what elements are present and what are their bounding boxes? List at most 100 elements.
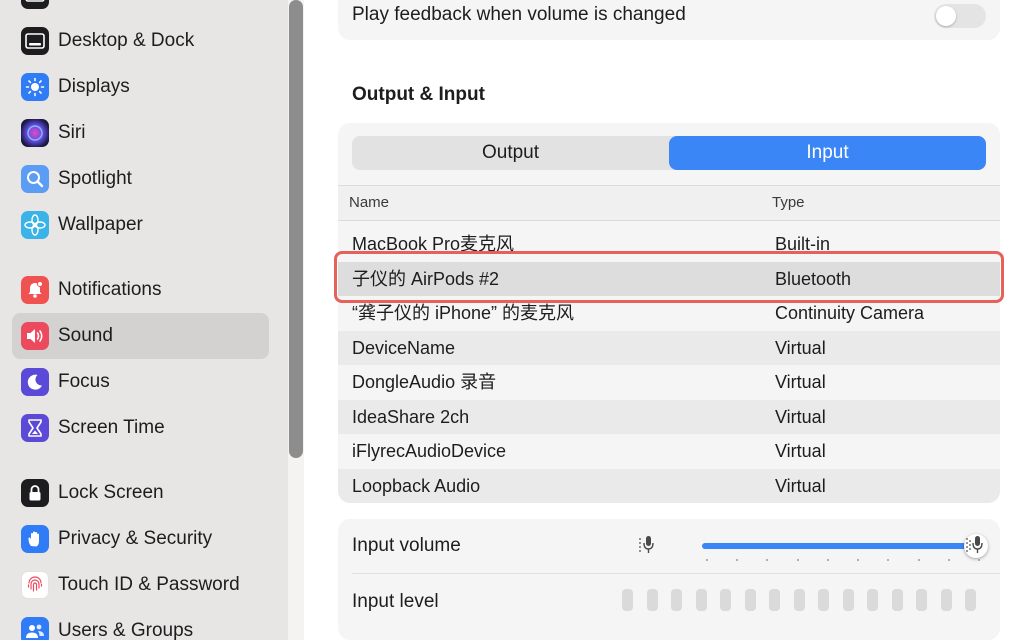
column-header-type[interactable]: Type (772, 186, 805, 220)
focus-icon (21, 368, 49, 396)
sidebar-item-touch-id[interactable]: Touch ID & Password (12, 562, 269, 608)
device-name: Loopback Audio (352, 475, 481, 496)
level-segment (793, 589, 805, 611)
level-segment (818, 589, 829, 611)
device-table-header: Name Type (338, 185, 1000, 221)
play-feedback-label: Play feedback when volume is changed (352, 4, 686, 25)
divider (352, 573, 1000, 574)
sidebar-item-label: Lock Screen (58, 482, 164, 503)
table-row[interactable]: DeviceName Virtual (338, 330, 1000, 365)
slider-tick (887, 559, 890, 561)
sidebar-item-label: Spotlight (58, 168, 132, 189)
sidebar-item-desktop-dock[interactable]: Desktop & Dock (12, 18, 269, 64)
slider-tick (736, 559, 739, 561)
sidebar-item-menu-bar[interactable]: Menu Bar (12, 0, 269, 18)
level-segment (867, 589, 878, 611)
level-segment (769, 589, 780, 611)
sidebar-item-label: Sound (58, 325, 113, 346)
sidebar-item-siri[interactable]: Siri (12, 110, 269, 156)
desktop-dock-icon (21, 27, 49, 55)
slider-tick (857, 559, 860, 561)
sidebar-item-label: Menu Bar (58, 0, 140, 18)
users-icon (21, 617, 49, 640)
slider-tick (766, 559, 769, 561)
sidebar-item-label: Notifications (58, 279, 162, 300)
wallpaper-icon (21, 211, 49, 239)
slider-tick (796, 559, 799, 561)
mic-low-icon (638, 533, 658, 562)
slider-tick (917, 559, 920, 561)
section-title-output-input: Output & Input (352, 84, 485, 105)
level-segment (646, 589, 658, 611)
sidebar-item-displays[interactable]: Displays (12, 64, 269, 110)
tab-input[interactable]: Input (669, 136, 986, 170)
sidebar-item-screen-time[interactable]: Screen Time (12, 405, 269, 451)
slider-tick (947, 559, 950, 561)
sidebar-item-label: Users & Groups (58, 620, 194, 640)
fingerprint-icon (21, 571, 49, 599)
device-type: Virtual (775, 475, 826, 496)
table-row[interactable]: Loopback Audio Virtual (338, 468, 1000, 503)
level-segment (842, 589, 854, 611)
play-feedback-toggle[interactable] (934, 4, 986, 28)
sidebar-item-label: Desktop & Dock (58, 30, 195, 51)
sidebar-item-label: Touch ID & Password (58, 574, 240, 595)
table-row[interactable]: DongleAudio 录音 Virtual (338, 365, 1000, 400)
device-name: DeviceName (352, 337, 456, 358)
device-name: DongleAudio 录音 (352, 372, 497, 392)
sidebar-item-privacy-security[interactable]: Privacy & Security (12, 516, 269, 562)
displays-icon (21, 73, 49, 101)
sidebar-item-users-groups[interactable]: Users & Groups (12, 608, 269, 640)
input-volume-slider[interactable] (702, 534, 989, 558)
toggle-knob (936, 6, 956, 26)
sidebar-item-label: Screen Time (58, 417, 165, 438)
selection-highlight-annotation (334, 251, 1004, 303)
level-segment (671, 589, 682, 611)
mic-high-icon (964, 533, 990, 562)
sidebar-item-label: Displays (58, 76, 130, 97)
output-input-card: Output Input Name Type MacBook Pro麦克风 Bu… (338, 123, 1000, 503)
device-type: Virtual (775, 337, 826, 358)
sound-icon (21, 322, 49, 350)
sidebar-item-label: Siri (58, 122, 86, 143)
sound-settings-pane: Play feedback when volume is changed Out… (304, 0, 1024, 640)
slider-tick (706, 559, 708, 561)
column-header-name[interactable]: Name (349, 186, 389, 220)
output-input-segmented-control: Output Input (352, 136, 986, 170)
input-volume-label: Input volume (352, 535, 461, 556)
lock-screen-icon (21, 479, 49, 507)
sidebar-item-focus[interactable]: Focus (12, 359, 269, 405)
level-segment (622, 589, 633, 611)
device-type: Virtual (775, 372, 826, 392)
privacy-hand-icon (21, 525, 49, 553)
input-volume-card: Input volume Input level (338, 519, 1000, 640)
menu-bar-icon (21, 0, 49, 9)
feedback-card: Play feedback when volume is changed (338, 0, 1000, 40)
screen-time-icon (21, 414, 49, 442)
table-row[interactable]: IdeaShare 2ch Virtual (338, 399, 1000, 434)
level-segment (916, 589, 927, 611)
sidebar-scrollbar-thumb[interactable] (289, 0, 303, 458)
device-name: IdeaShare 2ch (352, 406, 470, 427)
level-segment (695, 589, 707, 611)
table-row[interactable]: iFlyrecAudioDevice Virtual (338, 434, 1000, 469)
sidebar-item-spotlight[interactable]: Spotlight (12, 156, 269, 202)
siri-icon (21, 119, 49, 147)
sidebar: Menu Bar Desktop & Dock Displays Siri Sp… (0, 0, 288, 640)
device-type: Virtual (775, 406, 826, 427)
level-segment (965, 589, 976, 611)
tab-output[interactable]: Output (352, 136, 669, 170)
input-level-label: Input level (352, 591, 439, 612)
input-volume-fill (702, 543, 977, 549)
sidebar-item-label: Privacy & Security (58, 528, 213, 549)
sidebar-item-notifications[interactable]: Notifications (12, 267, 269, 313)
spotlight-icon (21, 165, 49, 193)
level-segment (744, 589, 756, 611)
sidebar-item-lock-screen[interactable]: Lock Screen (12, 470, 269, 516)
sidebar-item-wallpaper[interactable]: Wallpaper (12, 202, 269, 248)
device-type: Virtual (775, 441, 826, 461)
device-name: iFlyrecAudioDevice (352, 441, 507, 461)
sidebar-item-sound[interactable]: Sound (12, 313, 269, 359)
notifications-icon (21, 276, 49, 304)
sidebar-item-label: Focus (58, 371, 110, 392)
